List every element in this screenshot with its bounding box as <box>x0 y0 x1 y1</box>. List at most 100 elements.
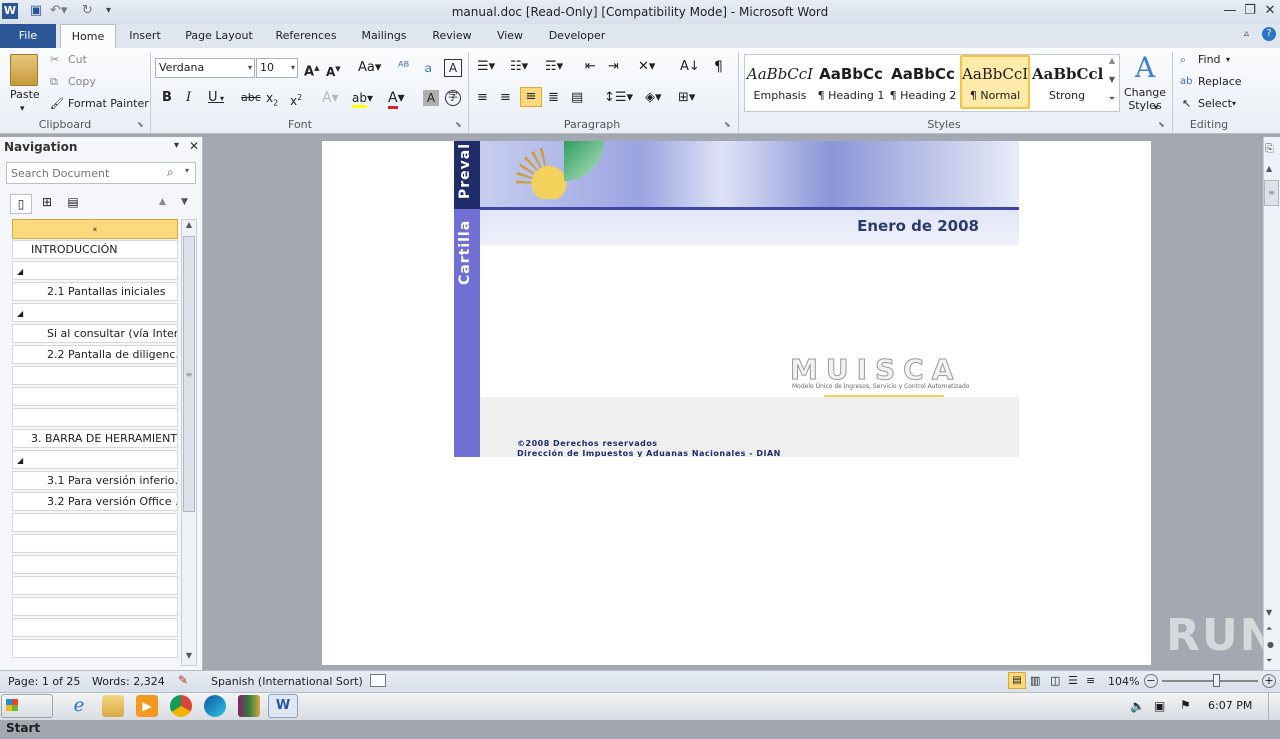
text-effects-icon[interactable]: A▾ <box>322 89 339 107</box>
phonetic-guide-icon[interactable]: ａ <box>422 59 434 77</box>
align-left-icon[interactable]: ≡ <box>477 89 488 107</box>
format-painter-button[interactable]: Format Painter <box>68 95 149 113</box>
ruler-toggle-icon[interactable]: ⎘ <box>1265 142 1274 156</box>
proofing-icon[interactable]: ✎ <box>178 673 188 687</box>
style-heading-2[interactable]: AaBbCc ¶ Heading 2 <box>888 55 958 109</box>
select-button[interactable]: Select <box>1198 95 1232 113</box>
shrink-font-icon[interactable]: A▼ <box>326 60 341 81</box>
nav-item[interactable] <box>12 618 178 637</box>
expander-icon[interactable]: ◢ <box>17 309 23 318</box>
action-center-icon[interactable]: ⚑ <box>1180 698 1191 712</box>
volume-icon[interactable]: 🔈 <box>1130 699 1145 713</box>
font-launcher-icon[interactable]: ⬊ <box>455 120 462 129</box>
tab-view[interactable]: View <box>490 24 530 48</box>
copy-icon[interactable]: ⧉ <box>50 73 58 91</box>
clock[interactable]: 6:07 PM <box>1208 693 1252 719</box>
enclose-characters-icon[interactable]: 字 <box>445 90 461 106</box>
chrome-icon[interactable] <box>170 695 192 717</box>
full-screen-reading-icon[interactable]: ▥ <box>1030 674 1040 687</box>
zoom-in-icon[interactable]: + <box>1262 674 1276 688</box>
change-case-icon[interactable]: Aa▾ <box>358 59 381 77</box>
nav-item[interactable]: 2.2 Pantalla de diligenc… <box>12 345 178 364</box>
word-count[interactable]: Words: 2,324 <box>92 671 165 692</box>
borders-icon[interactable]: ⊞▾ <box>678 89 695 107</box>
expander-icon[interactable]: ◢ <box>17 456 23 465</box>
select-browse-object-icon[interactable]: ● <box>1267 640 1274 649</box>
cut-icon[interactable]: ✂ <box>50 51 59 69</box>
page-count[interactable]: Page: 1 of 25 <box>8 671 80 692</box>
increase-indent-icon[interactable]: ⇥ <box>608 58 619 76</box>
print-layout-view-icon[interactable]: ▤ <box>1008 672 1026 689</box>
outline-view-icon[interactable]: ☰ <box>1068 674 1078 687</box>
previous-heading-icon[interactable]: ▲ <box>159 197 166 207</box>
pilcrow-icon[interactable]: ¶ <box>714 58 723 76</box>
nav-item[interactable] <box>12 387 178 406</box>
nav-collapse-header[interactable]: ⌅ <box>12 219 178 239</box>
browse-results-tab[interactable]: ▤ <box>63 195 83 213</box>
justify-icon[interactable]: ≣ <box>548 89 559 107</box>
select-icon[interactable]: ↖ <box>1182 95 1191 113</box>
web-layout-icon[interactable]: ◫ <box>1050 674 1060 687</box>
paste-icon[interactable] <box>10 54 38 86</box>
nav-item[interactable] <box>12 639 178 658</box>
close-button[interactable]: ✕ <box>1260 1 1280 21</box>
document-scrollbar[interactable] <box>1263 137 1280 670</box>
style-emphasis[interactable]: AaBbCcI Emphasis <box>745 55 815 109</box>
nav-item[interactable]: Si al consultar (vía Inter… <box>12 324 178 343</box>
styles-scroll-up-icon[interactable]: ▲ <box>1106 56 1118 72</box>
scroll-down-icon[interactable]: ▼ <box>1266 608 1272 617</box>
nav-item[interactable] <box>12 555 178 574</box>
language[interactable]: Spanish (International Sort) <box>211 671 363 692</box>
nav-item[interactable] <box>12 366 178 385</box>
scroll-thumb[interactable]: ≡ <box>1264 180 1279 206</box>
next-heading-icon[interactable]: ▼ <box>181 197 188 207</box>
tab-references[interactable]: References <box>270 24 342 48</box>
tab-home[interactable]: Home <box>60 24 116 48</box>
shading-icon[interactable]: ◈▾ <box>645 89 662 107</box>
scroll-up-icon[interactable]: ▲ <box>182 220 196 234</box>
highlight-color-icon[interactable]: ab▾ <box>352 89 373 108</box>
tab-page-layout[interactable]: Page Layout <box>180 24 258 48</box>
change-styles-button[interactable]: Change Styles <box>1122 86 1168 112</box>
zoom-slider-track[interactable] <box>1162 680 1258 682</box>
replace-button[interactable]: Replace <box>1198 73 1242 91</box>
style-normal[interactable]: AaBbCcI ¶ Normal <box>960 55 1030 109</box>
styles-more-icon[interactable]: ⏷ <box>1106 94 1118 110</box>
multilevel-list-icon[interactable]: ☶▾ <box>545 58 563 76</box>
decrease-indent-icon[interactable]: ⇤ <box>585 58 596 76</box>
font-size-combo[interactable]: 10 ▾ <box>256 58 298 78</box>
clear-formatting-icon[interactable]: ᴬᴮ <box>398 59 409 77</box>
nav-scrollbar[interactable]: ▲ ≡ ▼ <box>181 219 197 666</box>
show-desktop-button[interactable] <box>1268 693 1280 720</box>
winrar-icon[interactable] <box>238 695 260 717</box>
expander-icon[interactable]: ◢ <box>17 267 23 276</box>
next-page-icon[interactable]: ⏷ <box>1266 656 1272 666</box>
align-right-icon[interactable]: ≡ <box>520 87 542 107</box>
navigation-options-icon[interactable]: ▾ <box>174 140 179 151</box>
word-taskbar-icon[interactable]: W <box>268 694 298 718</box>
font-name-combo[interactable]: Verdana ▾ <box>155 58 255 78</box>
scroll-up-icon[interactable]: ▲ <box>1266 164 1272 173</box>
underline-icon[interactable]: U ▾ <box>208 89 224 108</box>
cut-button[interactable]: Cut <box>68 51 87 69</box>
nav-item[interactable] <box>12 576 178 595</box>
navigation-search-box[interactable]: ⌕ ▾ <box>6 162 196 184</box>
sort-icon[interactable]: A↓ <box>680 58 700 76</box>
bullets-icon[interactable]: ☰▾ <box>477 58 495 76</box>
paste-button[interactable]: Paste <box>10 86 40 104</box>
find-button[interactable]: Find <box>1198 51 1221 69</box>
tab-review[interactable]: Review <box>426 24 478 48</box>
media-player-icon[interactable]: ▶ <box>136 695 158 717</box>
ie-icon[interactable]: ℯ <box>68 695 90 717</box>
scroll-thumb[interactable]: ≡ <box>183 236 195 512</box>
nav-item[interactable] <box>12 408 178 427</box>
tab-mailings[interactable]: Mailings <box>354 24 414 48</box>
nav-item[interactable]: 3.2 Para versión Office … <box>12 492 178 511</box>
distributed-icon[interactable]: ▤ <box>571 89 583 107</box>
line-spacing-icon[interactable]: ↕☰▾ <box>604 89 633 107</box>
nav-item[interactable]: ◢ <box>12 261 178 280</box>
browse-pages-tab[interactable]: ⊞ <box>37 195 57 213</box>
scroll-down-icon[interactable]: ▼ <box>182 651 196 665</box>
macro-record-icon[interactable] <box>370 674 386 687</box>
browse-headings-tab[interactable]: ▯ <box>10 194 32 214</box>
